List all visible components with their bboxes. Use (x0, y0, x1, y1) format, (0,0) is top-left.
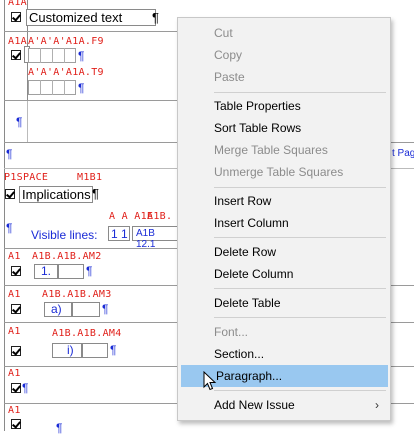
field-label: M1B1 (77, 172, 103, 183)
pilcrow-mark: ¶ (16, 115, 23, 129)
table-row-divider (4, 285, 178, 286)
checkbox[interactable] (11, 346, 21, 356)
a1b-value-box[interactable]: A1B 12.1 (132, 226, 178, 250)
checkbox[interactable] (5, 189, 15, 199)
checkbox[interactable] (11, 419, 21, 429)
table-row-divider (391, 168, 414, 169)
checkbox[interactable] (11, 12, 21, 22)
field-label: A'A'A'A1A.T9 (28, 67, 104, 78)
table-row-divider (4, 322, 178, 323)
menu-item-insert-row[interactable]: Insert Row (179, 190, 389, 212)
field-label: A1 (8, 251, 21, 262)
table-row-divider (4, 100, 178, 101)
checkbox[interactable] (11, 266, 21, 276)
numbering-box[interactable]: 1. (34, 264, 58, 279)
table-inner-border-2 (27, 100, 28, 142)
chevron-right-icon: › (375, 398, 379, 412)
menu-item-paste[interactable]: Paste (179, 66, 389, 88)
implications-box[interactable]: Implications (19, 186, 93, 203)
pilcrow-mark: ¶ (152, 10, 159, 25)
menu-item-add-new-issue[interactable]: Add New Issue › (179, 394, 389, 416)
table-row-divider (4, 168, 178, 169)
table-row-divider (4, 366, 178, 367)
table-row-divider (391, 403, 414, 404)
field-label: A1B.A1B.AM3 (42, 289, 112, 300)
pilcrow-mark: ¶ (22, 381, 29, 395)
menu-item-delete-table[interactable]: Delete Table (179, 292, 389, 314)
field-label: A1 (8, 289, 21, 300)
menu-separator (214, 187, 386, 188)
pilcrow-mark: ¶ (6, 221, 13, 235)
menu-item-table-properties[interactable]: Table Properties (179, 95, 389, 117)
table-row-divider (4, 142, 178, 143)
menu-separator (214, 92, 386, 93)
table-row-divider (391, 285, 414, 286)
menu-item-merge-table-squares[interactable]: Merge Table Squares (179, 139, 389, 161)
numbering-box[interactable]: i) (52, 343, 82, 358)
pilcrow-mark: ¶ (86, 264, 93, 278)
pilcrow-mark: ¶ (56, 421, 63, 435)
pilcrow-mark: ¶ (6, 147, 13, 161)
pilcrow-mark: ¶ (102, 302, 109, 316)
implications-text: Implications (22, 187, 91, 202)
field-label: P1SPACE (4, 172, 49, 183)
field-label: A1 (8, 405, 21, 416)
menu-separator (214, 317, 386, 318)
menu-item-sort-table-rows[interactable]: Sort Table Rows (179, 117, 389, 139)
field-box[interactable] (58, 264, 84, 279)
text-field-box[interactable]: Customized text ¶ (26, 9, 159, 26)
field-label: A1 (8, 326, 21, 337)
table-row-divider (391, 322, 414, 323)
numbering-box[interactable]: a) (44, 302, 72, 317)
field-label: A'A'A'A1A.F9 (28, 36, 104, 47)
field-label: A1B.A1B.AM2 (32, 251, 102, 262)
field-label: A1B. (147, 211, 173, 222)
table-row-divider (4, 31, 178, 32)
table-row-divider (391, 142, 414, 143)
field-label: A1A (8, 0, 27, 8)
field-label: A1B.A1B.AM4 (52, 328, 122, 339)
customized-text: Customized text (29, 10, 123, 25)
mouse-pointer-icon (203, 371, 217, 391)
menu-item-unmerge-table-squares[interactable]: Unmerge Table Squares (179, 161, 389, 183)
pilcrow-mark: ¶ (110, 343, 117, 357)
menu-item-delete-row[interactable]: Delete Row (179, 241, 389, 263)
menu-separator (214, 288, 386, 289)
field-box[interactable] (82, 343, 108, 358)
pilcrow-mark: ¶ (92, 186, 99, 201)
menu-item-insert-column[interactable]: Insert Column (179, 212, 389, 234)
menu-item-cut[interactable]: Cut (179, 22, 389, 44)
menu-separator (214, 237, 386, 238)
field-label: A1 (8, 368, 21, 379)
menu-item-delete-column[interactable]: Delete Column (179, 263, 389, 285)
checkbox[interactable] (11, 50, 21, 60)
menu-separator (214, 390, 386, 391)
menu-item-copy[interactable]: Copy (179, 44, 389, 66)
field-box[interactable] (72, 302, 100, 317)
checkbox[interactable] (11, 383, 21, 393)
table-row-divider (4, 403, 178, 404)
visible-lines-label: Visible lines: (31, 228, 98, 242)
pilcrow-mark: ¶ (78, 81, 85, 95)
right-edge-text: t Pag (392, 148, 414, 159)
context-menu: Cut Copy Paste Table Properties Sort Tab… (177, 17, 391, 421)
visible-lines-box[interactable]: 1 1 (108, 226, 130, 241)
pilcrow-mark: ¶ (78, 49, 85, 63)
table-row-divider (391, 366, 414, 367)
menu-item-font[interactable]: Font... (179, 321, 389, 343)
checkbox[interactable] (11, 304, 21, 314)
menu-item-section[interactable]: Section... (179, 343, 389, 365)
